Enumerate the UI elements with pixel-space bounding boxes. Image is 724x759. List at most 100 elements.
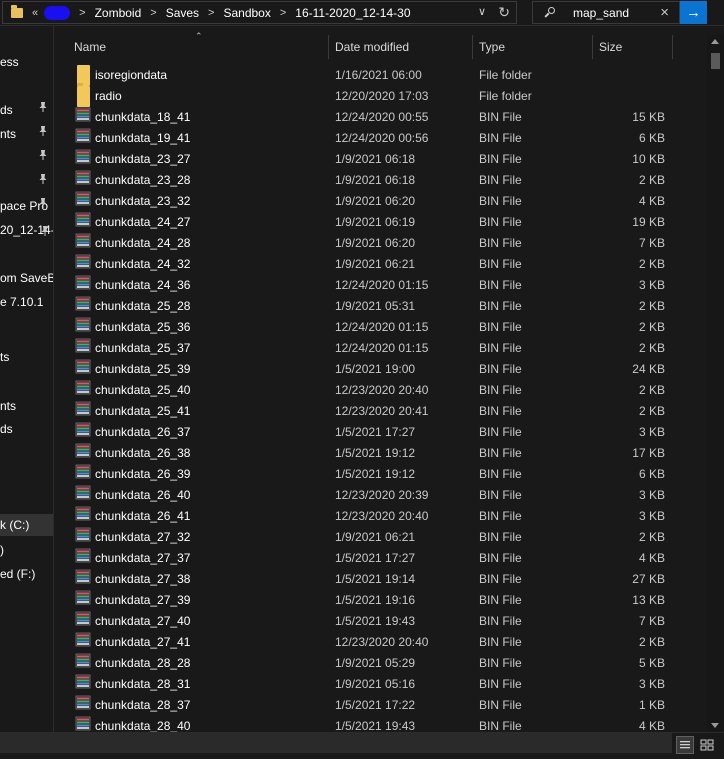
column-header-name[interactable]: Name [74,35,106,59]
file-date-modified: 1/5/2021 19:16 [335,593,416,607]
file-row[interactable]: chunkdata_27_40 1/5/2021 19:43 BIN File 7 K… [70,611,676,632]
search-input[interactable]: map_sand [573,6,629,20]
breadcrumb-overflow[interactable]: « [32,7,38,19]
file-type: BIN File [479,614,522,628]
nav-item[interactable]: ds [0,418,13,440]
chevron-down-icon[interactable]: ∨ [478,5,486,18]
nav-item[interactable]: ds [0,99,13,121]
address-bar[interactable]: « > Zomboid > Saves > Sandbox > 16-11-20… [2,1,517,24]
file-row[interactable]: chunkdata_26_40 12/23/2020 20:39 BIN File 3… [70,485,676,506]
file-size: 2 KB [638,341,665,355]
file-row[interactable]: chunkdata_26_38 1/5/2021 19:12 BIN File 17 … [70,443,676,464]
file-row[interactable]: chunkdata_26_41 12/23/2020 20:40 BIN File 3… [70,506,676,527]
pin-icon[interactable] [40,225,50,237]
vertical-scrollbar[interactable] [707,35,724,732]
bin-file-icon [75,653,91,674]
nav-item[interactable]: nts [0,123,16,145]
file-row[interactable]: chunkdata_28_31 1/9/2021 05:16 BIN File 3 K… [70,674,676,695]
file-name: chunkdata_23_28 [95,173,191,187]
file-row[interactable]: chunkdata_26_39 1/5/2021 19:12 BIN File 6 K… [70,464,676,485]
file-type: BIN File [479,677,522,691]
file-row[interactable]: chunkdata_27_32 1/9/2021 06:21 BIN File 2 K… [70,527,676,548]
file-name: chunkdata_27_37 [95,551,191,565]
file-type: BIN File [479,173,522,187]
file-row[interactable]: chunkdata_25_36 12/24/2020 01:15 BIN File 2… [70,317,676,338]
file-row[interactable]: chunkdata_24_28 1/9/2021 06:20 BIN File 7 K… [70,233,676,254]
file-size: 2 KB [638,257,665,271]
breadcrumb-saves[interactable]: Saves [166,6,199,20]
close-icon[interactable]: × [660,4,669,21]
pin-icon[interactable] [38,101,48,113]
pane-divider[interactable] [53,26,54,732]
file-row[interactable]: chunkdata_18_41 12/24/2020 00:55 BIN File 1… [70,107,676,128]
scroll-up-arrow-icon[interactable] [711,39,719,44]
file-name: chunkdata_28_28 [95,656,191,670]
nav-item[interactable]: ts [0,346,9,368]
file-row[interactable]: chunkdata_23_28 1/9/2021 06:18 BIN File 2 K… [70,170,676,191]
refresh-icon[interactable]: ↻ [498,4,510,21]
file-row[interactable]: chunkdata_25_28 1/9/2021 05:31 BIN File 2 K… [70,296,676,317]
pin-icon[interactable] [38,197,48,209]
pin-icon[interactable] [38,173,48,185]
file-row[interactable]: chunkdata_25_41 12/23/2020 20:41 BIN File 2… [70,401,676,422]
file-row[interactable]: chunkdata_27_39 1/5/2021 19:16 BIN File 13 … [70,590,676,611]
bin-file-icon [75,674,91,695]
column-divider[interactable] [592,35,593,59]
file-row[interactable]: chunkdata_24_36 12/24/2020 01:15 BIN File 3… [70,275,676,296]
scroll-down-arrow-icon[interactable] [711,723,719,728]
file-row[interactable]: chunkdata_25_37 12/24/2020 01:15 BIN File 2… [70,338,676,359]
bin-file-icon [75,527,91,548]
breadcrumb-save-folder[interactable]: 16-11-2020_12-14-30 [295,6,410,20]
nav-item[interactable]: ed (F:) [0,563,35,585]
file-row[interactable]: chunkdata_27_37 1/5/2021 17:27 BIN File 4 K… [70,548,676,569]
file-row[interactable]: chunkdata_25_39 1/5/2021 19:00 BIN File 24 … [70,359,676,380]
pin-icon[interactable] [38,149,48,161]
file-row[interactable]: chunkdata_25_40 12/23/2020 20:40 BIN File 2… [70,380,676,401]
column-divider[interactable] [328,35,329,59]
file-row[interactable]: chunkdata_23_27 1/9/2021 06:18 BIN File 10 … [70,149,676,170]
column-header-date-modified[interactable]: Date modified [335,35,409,59]
file-row[interactable]: chunkdata_28_28 1/9/2021 05:29 BIN File 5 K… [70,653,676,674]
file-row[interactable]: chunkdata_28_40 1/5/2021 19:43 BIN File 4 K… [70,716,676,732]
horizontal-scrollbar[interactable] [0,733,672,753]
file-name: chunkdata_24_32 [95,257,191,271]
pin-icon[interactable] [38,125,48,137]
nav-item[interactable]: nts [0,395,16,417]
file-row[interactable]: chunkdata_26_37 1/5/2021 17:27 BIN File 3 K… [70,422,676,443]
nav-item[interactable]: ess [0,51,19,73]
nav-item[interactable]: k (C:) [0,514,54,536]
column-header-type[interactable]: Type [479,35,505,59]
column-header-size[interactable]: Size [599,35,622,59]
file-row[interactable]: chunkdata_27_41 12/23/2020 20:40 BIN File 2… [70,632,676,653]
scrollbar-thumb[interactable] [711,53,720,69]
file-row[interactable]: chunkdata_27_38 1/5/2021 19:14 BIN File 27 … [70,569,676,590]
file-date-modified: 1/5/2021 19:00 [335,362,416,376]
column-divider[interactable] [472,35,473,59]
file-row[interactable]: chunkdata_23_32 1/9/2021 06:20 BIN File 4 K… [70,191,676,212]
nav-item[interactable]: ) [0,539,4,561]
file-row[interactable]: chunkdata_19_41 12/24/2020 00:56 BIN File 6… [70,128,676,149]
file-row[interactable]: chunkdata_28_37 1/5/2021 17:22 BIN File 1 K… [70,695,676,716]
file-row[interactable]: isoregiondata 1/16/2021 06:00 File folder [70,65,676,86]
file-row[interactable]: radio 12/20/2020 17:03 File folder [70,83,676,107]
file-size: 13 KB [632,593,665,607]
file-type: BIN File [479,425,522,439]
search-box[interactable]: map_sand × [532,1,680,24]
arrow-right-icon[interactable]: → [680,1,707,24]
large-icons-view-icon[interactable] [698,736,716,754]
file-date-modified: 1/5/2021 19:12 [335,467,416,481]
file-type: BIN File [479,152,522,166]
nav-item[interactable]: om SaveB [0,267,54,289]
chevron-right-icon: > [150,6,157,19]
nav-item[interactable]: e 7.10.1 [0,291,43,313]
file-type: BIN File [479,656,522,670]
file-size: 24 KB [632,362,665,376]
breadcrumb-zomboid[interactable]: Zomboid [95,6,142,20]
file-row[interactable]: chunkdata_24_27 1/9/2021 06:19 BIN File 19 … [70,212,676,233]
file-name: chunkdata_28_40 [95,719,191,732]
breadcrumb-sandbox[interactable]: Sandbox [223,6,270,20]
details-view-icon[interactable] [676,736,694,754]
file-row[interactable]: chunkdata_24_32 1/9/2021 06:21 BIN File 2 K… [70,254,676,275]
search-icon [545,7,556,18]
column-divider[interactable] [672,35,673,59]
